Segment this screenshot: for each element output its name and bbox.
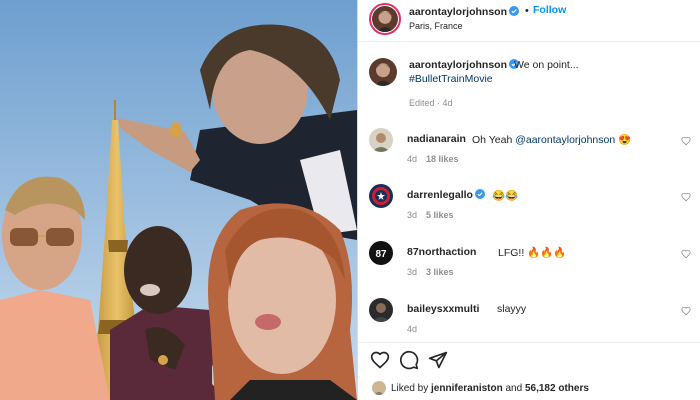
caption-username[interactable]: aarontaylorjohnson <box>409 59 520 71</box>
commenter-avatar[interactable]: 87 <box>369 241 393 265</box>
commenter-avatar[interactable] <box>369 298 393 322</box>
comment-text: Oh Yeah @aarontaylorjohnson 😍 <box>472 134 632 146</box>
comment-heart-icon[interactable] <box>681 306 691 316</box>
post-photo[interactable] <box>0 0 357 400</box>
comment-text: 😂😂 <box>492 190 519 202</box>
liked-by-avatar[interactable] <box>372 381 386 395</box>
comment-text: slayyy <box>497 303 527 315</box>
comment-bubble-icon[interactable] <box>399 350 419 370</box>
svg-text:87: 87 <box>375 249 387 260</box>
post-header: aarontaylorjohnson • Follow Paris, Franc… <box>358 0 700 42</box>
verified-badge-icon <box>474 189 485 199</box>
comment-time: 4d <box>407 154 418 164</box>
post-side-panel: aarontaylorjohnson • Follow Paris, Franc… <box>357 0 700 400</box>
selfie-photo-illustration <box>0 0 357 400</box>
heart-icon[interactable] <box>370 350 390 370</box>
paper-plane-icon[interactable] <box>428 350 448 370</box>
comment-heart-icon[interactable] <box>681 249 691 259</box>
caption-text: We on point... <box>514 59 579 71</box>
comment-like-count[interactable]: 5 likes <box>426 210 454 220</box>
comment-username[interactable]: baileysxxmulti <box>407 303 479 315</box>
caption-author-avatar[interactable] <box>369 58 397 86</box>
comment-heart-icon[interactable] <box>681 136 691 146</box>
follow-button[interactable]: Follow <box>533 4 566 16</box>
comment-item: nadianarain Oh Yeah @aarontaylorjohnson … <box>358 128 700 174</box>
author-avatar[interactable] <box>369 3 401 35</box>
caption-edited-time: Edited · 4d <box>409 98 453 108</box>
comment-like-count[interactable]: 3 likes <box>426 267 454 277</box>
comment-mention[interactable]: @aarontaylorjohnson <box>515 134 615 146</box>
liked-by-text: Liked by jenniferaniston and 56,182 othe… <box>391 383 589 394</box>
comment-item: baileysxxmulti slayyy 4d <box>358 298 700 344</box>
caption-hashtag[interactable]: #BulletTrainMovie <box>409 73 493 85</box>
comment-username[interactable]: 87northaction <box>407 246 476 258</box>
comment-item: 87 87northaction LFG!! 🔥🔥🔥 3d 3 likes <box>358 241 700 287</box>
comment-heart-icon[interactable] <box>681 192 691 202</box>
comment-username[interactable]: darrenlegallo <box>407 189 485 201</box>
liked-by-count[interactable]: 56,182 others <box>525 383 589 394</box>
instagram-post-view: aarontaylorjohnson • Follow Paris, Franc… <box>0 0 700 400</box>
woman-front <box>208 203 357 400</box>
author-username[interactable]: aarontaylorjohnson <box>409 6 520 18</box>
liked-by-user[interactable]: jenniferaniston <box>431 383 503 394</box>
comment-time: 4d <box>407 324 418 334</box>
post-location[interactable]: Paris, France <box>409 21 463 31</box>
comment-item: darrenlegallo 😂😂 3d 5 likes <box>358 184 700 230</box>
verified-badge-icon <box>509 6 520 16</box>
separator-dot: • <box>525 5 529 17</box>
comment-time: 3d <box>407 267 418 277</box>
commenter-avatar[interactable] <box>369 184 393 208</box>
post-caption: aarontaylorjohnson We on point... #Bulle… <box>358 48 700 120</box>
comment-time: 3d <box>407 210 418 220</box>
commenter-avatar[interactable] <box>369 128 393 152</box>
comment-username[interactable]: nadianarain <box>407 133 466 145</box>
comment-like-count[interactable]: 18 likes <box>426 154 459 164</box>
post-actions-bar: Liked by jenniferaniston and 56,182 othe… <box>358 342 700 400</box>
comment-text: LFG!! 🔥🔥🔥 <box>498 247 567 259</box>
